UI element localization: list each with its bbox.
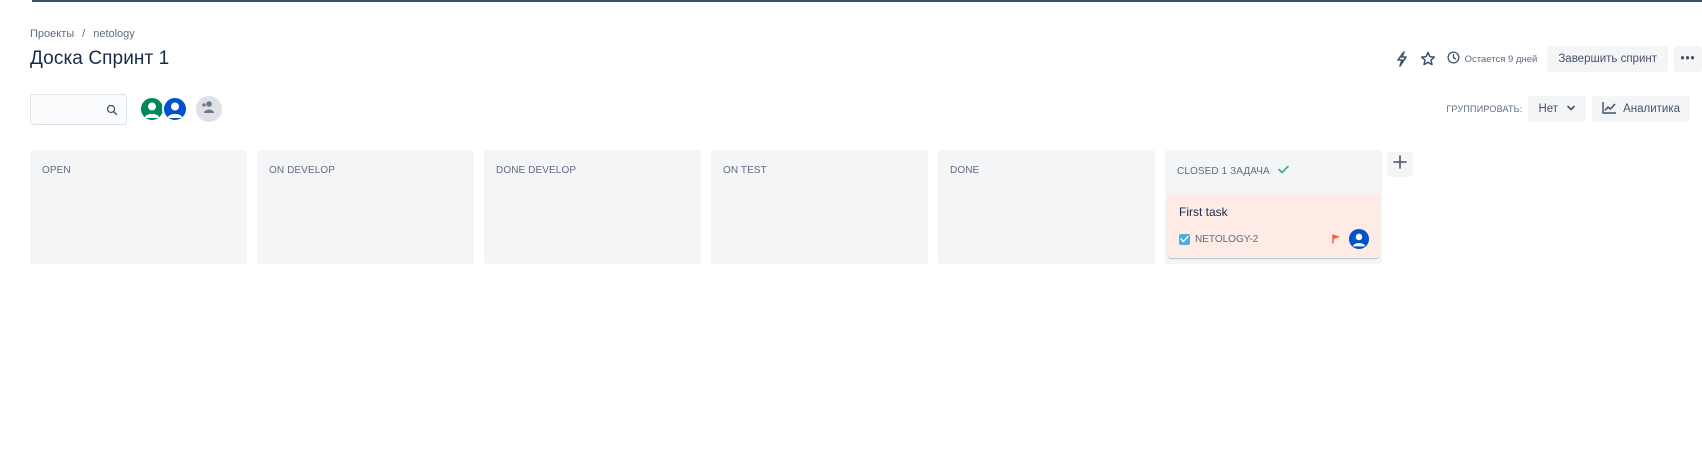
breadcrumb-projects-link[interactable]: Проекты	[30, 28, 74, 40]
column-on-test[interactable]: ON TEST	[711, 150, 928, 264]
column-closed[interactable]: CLOSED 1 ЗАДАЧА First task NETOLOGY-2	[1165, 150, 1382, 264]
avatar-user-blue[interactable]	[162, 96, 188, 122]
breadcrumb-separator: /	[82, 28, 86, 40]
search-icon	[106, 103, 118, 121]
column-done[interactable]: DONE	[938, 150, 1155, 264]
column-title: ON TEST	[723, 165, 767, 176]
sprint-time-remaining: Остается 9 дней	[1447, 51, 1538, 67]
analytics-button[interactable]: Аналитика	[1592, 96, 1690, 122]
breadcrumb: Проекты / netology	[30, 28, 135, 40]
chevron-down-icon	[1566, 103, 1576, 116]
chart-line-icon	[1602, 101, 1617, 117]
issue-card-footer: NETOLOGY-2	[1179, 229, 1369, 249]
toolbar-right: ГРУППИРОВАТЬ: Нет Аналитика	[1446, 96, 1696, 122]
column-on-develop[interactable]: ON DEVELOP	[257, 150, 474, 264]
lightning-icon[interactable]	[1389, 46, 1415, 72]
column-title: DONE	[950, 165, 980, 176]
star-icon[interactable]	[1415, 46, 1441, 72]
check-icon	[1277, 165, 1289, 177]
add-person-icon	[201, 99, 217, 120]
plus-icon	[1393, 155, 1407, 174]
board-members	[139, 96, 222, 122]
column-title: DONE DEVELOP	[496, 165, 577, 176]
column-title: OPEN	[42, 165, 71, 176]
column-open[interactable]: OPEN	[30, 150, 247, 264]
clock-icon	[1447, 51, 1460, 67]
column-done-develop[interactable]: DONE DEVELOP	[484, 150, 701, 264]
header-actions: Остается 9 дней Завершить спринт •••	[1389, 46, 1702, 72]
search-field[interactable]	[30, 94, 127, 125]
more-actions-button[interactable]: •••	[1674, 46, 1702, 72]
column-header: ON DEVELOP	[269, 165, 335, 176]
column-header: OPEN	[42, 165, 71, 176]
column-header: DONE	[950, 165, 979, 176]
column-header: DONE DEVELOP	[496, 165, 576, 176]
issue-card[interactable]: First task NETOLOGY-2	[1168, 193, 1379, 258]
group-by-label: ГРУППИРОВАТЬ:	[1446, 104, 1523, 114]
column-header: ON TEST	[723, 165, 767, 176]
group-by-select[interactable]: Нет	[1528, 96, 1587, 122]
issue-key[interactable]: NETOLOGY-2	[1195, 234, 1332, 245]
time-remaining-text: Остается 9 дней	[1464, 53, 1538, 65]
checkbox-task-icon	[1179, 233, 1190, 245]
group-by-value: Нет	[1538, 103, 1559, 115]
complete-sprint-button[interactable]: Завершить спринт	[1547, 46, 1668, 72]
analytics-label: Аналитика	[1623, 103, 1680, 115]
add-column-button[interactable]	[1387, 152, 1413, 177]
top-accent-bar	[32, 0, 1702, 2]
page-title: Доска Спринт 1	[30, 48, 170, 69]
issue-title: First task	[1179, 205, 1228, 219]
add-people-button[interactable]	[196, 96, 222, 122]
board-columns: OPEN ON DEVELOP DONE DEVELOP ON TEST DON…	[30, 150, 1382, 264]
search-input[interactable]	[31, 95, 101, 124]
breadcrumb-project-link[interactable]: netology	[93, 28, 135, 40]
flag-icon	[1332, 234, 1341, 244]
column-title: CLOSED 1 ЗАДАЧА	[1177, 165, 1270, 177]
column-header: CLOSED 1 ЗАДАЧА	[1177, 165, 1289, 177]
column-title: ON DEVELOP	[269, 165, 336, 176]
assignee-avatar[interactable]	[1349, 229, 1369, 249]
